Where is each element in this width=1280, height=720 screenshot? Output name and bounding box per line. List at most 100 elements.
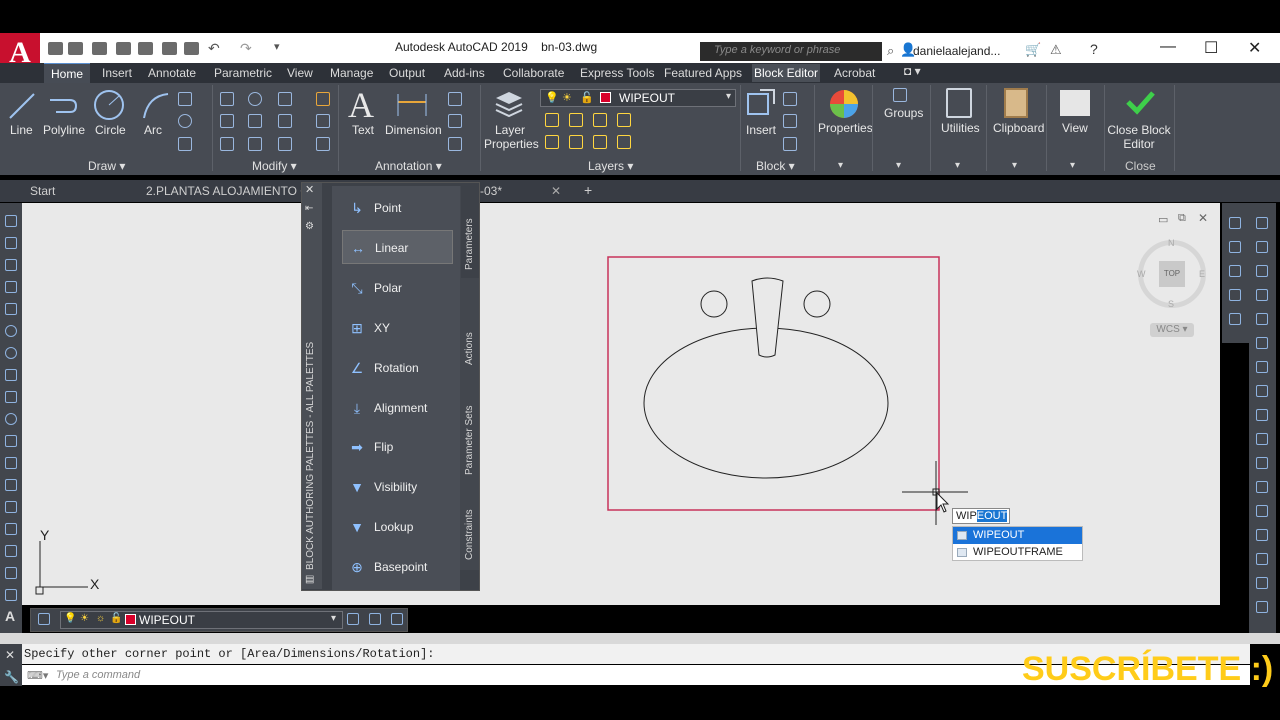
arc-button[interactable]: Arc xyxy=(144,123,162,137)
utilities-icon[interactable] xyxy=(946,88,972,118)
table-icon[interactable] xyxy=(448,114,462,128)
toolbar-modify-icon[interactable] xyxy=(1256,241,1268,253)
toolbar-modify-icon[interactable] xyxy=(1256,601,1268,613)
create-block-icon[interactable] xyxy=(783,92,797,106)
chevron-down-icon[interactable]: ▾ xyxy=(331,613,336,624)
view-icon[interactable] xyxy=(1060,90,1090,116)
chevron-down-icon[interactable]: ▾ xyxy=(1070,160,1075,171)
circle-icon[interactable] xyxy=(92,88,126,125)
properties-button[interactable]: Properties xyxy=(818,121,873,135)
checkmark-icon[interactable] xyxy=(1124,86,1156,121)
tab-parameter-sets[interactable]: Parameter Sets xyxy=(464,385,475,475)
palette-properties-icon[interactable]: ⚙ xyxy=(305,221,314,232)
command-prompt-icon[interactable]: ⌨▾ xyxy=(27,669,48,682)
plot-icon[interactable] xyxy=(184,42,199,55)
toolbar-dimension-icon[interactable] xyxy=(1229,265,1241,277)
layer-states-icon[interactable] xyxy=(391,613,403,625)
line-icon[interactable] xyxy=(6,90,38,125)
chevron-down-icon[interactable]: ▾ xyxy=(1012,160,1017,171)
polyline-icon[interactable] xyxy=(46,90,80,125)
erase-icon[interactable] xyxy=(316,92,330,106)
mirror-icon[interactable] xyxy=(248,114,262,128)
stretch-icon[interactable] xyxy=(220,137,234,151)
tab-annotate[interactable]: Annotate xyxy=(148,66,196,80)
tab-express-tools[interactable]: Express Tools xyxy=(580,66,654,80)
toolbar-modify-icon[interactable] xyxy=(1256,385,1268,397)
exchange-icon[interactable]: ⚠ xyxy=(1050,42,1062,58)
autocomplete-item-wipeout[interactable]: WIPEOUT xyxy=(953,527,1082,544)
viewcube-north[interactable]: N xyxy=(1168,238,1175,248)
layer-tool-icon[interactable] xyxy=(545,113,559,127)
toolbar-modify-icon[interactable] xyxy=(1256,577,1268,589)
toolbar-point-icon[interactable] xyxy=(5,501,17,513)
palette-item-alignment[interactable]: ⤓ Alignment xyxy=(342,391,453,425)
new-tab-icon[interactable]: + xyxy=(584,182,592,198)
toolbar-dimension-icon[interactable] xyxy=(1229,289,1241,301)
help-icon[interactable]: ? xyxy=(1090,41,1098,57)
search-icon[interactable]: ⌕ xyxy=(887,43,894,59)
tab-view[interactable]: View xyxy=(287,66,313,80)
toolbar-polygon-icon[interactable] xyxy=(5,281,17,293)
undo-icon[interactable]: ↶ xyxy=(208,40,220,57)
layer-tool-icon[interactable] xyxy=(545,135,559,149)
toolbar-make-block-icon[interactable] xyxy=(5,479,17,491)
palette-item-lookup[interactable]: ▼ Lookup xyxy=(342,510,453,544)
toolbar-modify-icon[interactable] xyxy=(1256,553,1268,565)
viewcube-top-face[interactable]: TOP xyxy=(1159,261,1185,287)
maximize-button[interactable]: ☐ xyxy=(1204,38,1218,58)
palette-item-linear[interactable]: ↔ Linear xyxy=(342,230,453,264)
palette-item-visibility[interactable]: ▼ Visibility xyxy=(342,470,453,504)
rectangle-icon[interactable] xyxy=(178,92,192,106)
tab-acrobat[interactable]: Acrobat xyxy=(834,66,875,80)
tab-start[interactable]: Start xyxy=(30,184,55,198)
chevron-down-icon[interactable]: ▾ xyxy=(896,160,901,171)
palette-item-flip[interactable]: ➡ Flip xyxy=(342,430,453,464)
edit-attributes-icon[interactable] xyxy=(783,137,797,151)
toolbar-region-icon[interactable] xyxy=(5,567,17,579)
toolbar-modify-icon[interactable] xyxy=(1256,529,1268,541)
save-as-icon[interactable] xyxy=(116,42,131,55)
toolbar-arc-icon[interactable] xyxy=(5,325,17,337)
wrench-icon[interactable]: 🔧 xyxy=(4,670,19,684)
sun-icon[interactable]: ☀ xyxy=(80,613,89,624)
tab-home[interactable]: Home xyxy=(44,63,90,83)
chevron-down-icon[interactable]: ▾ xyxy=(726,91,731,102)
close-window-button[interactable]: ✕ xyxy=(1248,38,1261,58)
toolbar-line-icon[interactable] xyxy=(5,215,17,227)
layer-tool-icon[interactable] xyxy=(617,135,631,149)
toolbar-rectangle-icon[interactable] xyxy=(5,303,17,315)
toolbar-modify-icon[interactable] xyxy=(1256,481,1268,493)
make-current-layer-icon[interactable] xyxy=(347,613,359,625)
sun-icon[interactable]: ☀ xyxy=(562,91,572,104)
tab-insert[interactable]: Insert xyxy=(102,66,132,80)
toolbar-modify-icon[interactable] xyxy=(1256,505,1268,517)
tab-plantas-alojamiento[interactable]: 2.PLANTAS ALOJAMIENTO CRI xyxy=(146,184,321,198)
scale-icon[interactable] xyxy=(248,137,262,151)
dimension-icon[interactable] xyxy=(394,90,430,123)
tab-bn-03[interactable]: -03* xyxy=(480,184,502,198)
toolbar-ellipse-arc-icon[interactable] xyxy=(5,435,17,447)
lock-icon[interactable]: 🔓 xyxy=(580,91,594,104)
annotation-panel-title[interactable]: Annotation ▾ xyxy=(375,159,442,173)
toolbar-insert-block-icon[interactable] xyxy=(5,457,17,469)
offset-icon[interactable] xyxy=(316,137,330,151)
annotation-table-icon[interactable] xyxy=(448,137,462,151)
toolbar-table-icon[interactable] xyxy=(5,589,17,601)
layer-tool-icon[interactable] xyxy=(593,135,607,149)
clipboard-icon[interactable] xyxy=(1004,88,1028,118)
layer-tool-icon[interactable] xyxy=(569,135,583,149)
text-button[interactable]: Text xyxy=(352,123,374,137)
tab-manage[interactable]: Manage xyxy=(330,66,373,80)
toolbar-mtext-icon[interactable]: A xyxy=(5,608,15,624)
palette-item-basepoint[interactable]: ⊕ Basepoint xyxy=(342,550,453,584)
open-icon[interactable] xyxy=(68,42,83,55)
chevron-down-icon[interactable]: ▾ xyxy=(838,160,843,171)
palette-item-point[interactable]: ↳ Point xyxy=(342,191,453,225)
toolbar-dimension-icon[interactable] xyxy=(1229,241,1241,253)
user-name[interactable]: danielaalejand... xyxy=(913,44,1000,58)
trim-icon[interactable] xyxy=(278,92,292,106)
autocomplete-item-wipeoutframe[interactable]: WIPEOUTFRAME xyxy=(953,544,1082,561)
layer-properties-button[interactable]: Layer Properties xyxy=(484,123,539,151)
layer-properties-icon[interactable] xyxy=(492,88,526,123)
toolbar-modify-icon[interactable] xyxy=(1256,217,1268,229)
